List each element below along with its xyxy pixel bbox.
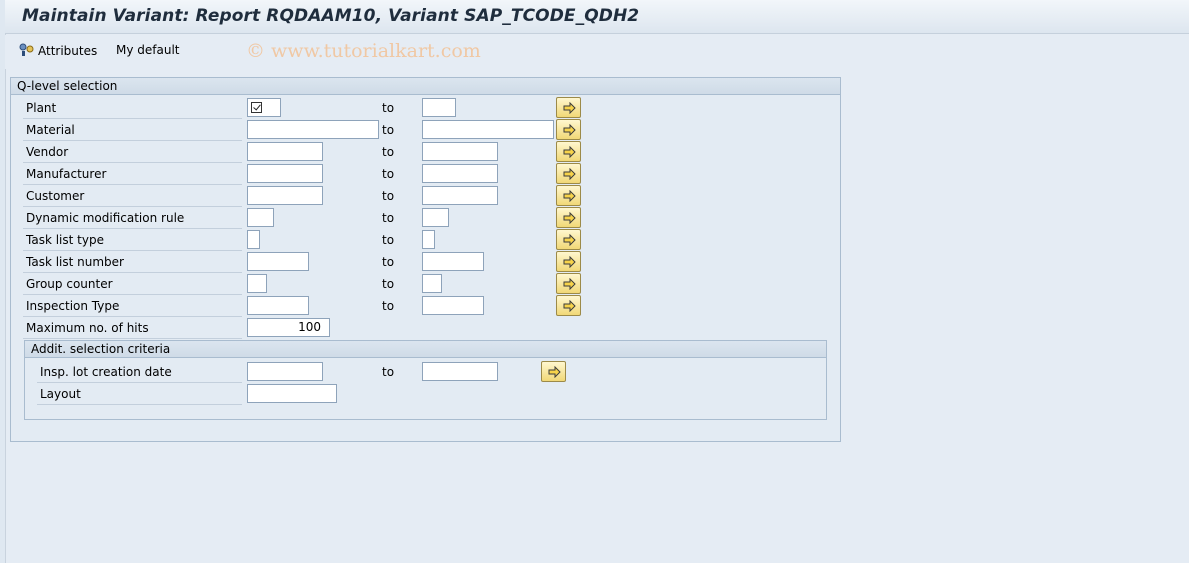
material-multiple-selection-button[interactable] (556, 119, 581, 140)
multiple-selection-arrow-icon (563, 278, 576, 290)
material-to-field[interactable] (422, 120, 554, 139)
task-list-number-label: Task list number (23, 252, 242, 273)
group-counter-to-label: to (382, 277, 395, 291)
dynamic-modification-rule-to-field[interactable] (422, 208, 449, 227)
multiple-selection-arrow-icon (563, 168, 576, 180)
checkbox-icon[interactable] (251, 102, 262, 113)
manufacturer-from-field[interactable] (247, 164, 323, 183)
group-counter-multiple-selection-button[interactable] (556, 273, 581, 294)
insp-lot-creation-date-multiple-selection-button[interactable] (541, 361, 566, 382)
customer-to-field[interactable] (422, 186, 498, 205)
dynamic-modification-rule-from-field[interactable] (247, 208, 274, 227)
inspection-type-to-label: to (382, 299, 395, 313)
vendor-to-label: to (382, 145, 395, 159)
task-list-number-from-field[interactable] (247, 252, 309, 271)
multiple-selection-arrow-icon (548, 366, 561, 378)
group-counter-label: Group counter (23, 274, 242, 295)
task-list-type-to-field[interactable] (422, 230, 435, 249)
task-list-type-from-field[interactable] (247, 230, 260, 249)
attributes-button[interactable]: Attributes (19, 43, 97, 58)
material-from-field[interactable] (247, 120, 379, 139)
multiple-selection-arrow-icon (563, 102, 576, 114)
customer-multiple-selection-button[interactable] (556, 185, 581, 206)
dynamic-modification-rule-to-label: to (382, 211, 395, 225)
my-default-button[interactable]: My default (116, 43, 180, 57)
plant-from-field[interactable] (247, 98, 281, 117)
insp-lot-creation-date-to-label: to (382, 365, 395, 379)
task-list-number-to-label: to (382, 255, 395, 269)
watermark: © www.tutorialkart.com (246, 40, 481, 62)
insp-lot-creation-date-label: Insp. lot creation date (37, 362, 242, 383)
customer-to-label: to (382, 189, 395, 203)
plant-label: Plant (23, 98, 242, 119)
task-list-type-multiple-selection-button[interactable] (556, 229, 581, 250)
material-to-label: to (382, 123, 395, 137)
plant-multiple-selection-button[interactable] (556, 97, 581, 118)
customer-label: Customer (23, 186, 242, 207)
page-title: Maintain Variant: Report RQDAAM10, Varia… (22, 6, 640, 26)
task-list-number-to-field[interactable] (422, 252, 484, 271)
vendor-from-field[interactable] (247, 142, 323, 161)
task-list-number-multiple-selection-button[interactable] (556, 251, 581, 272)
inspection-type-label: Inspection Type (23, 296, 242, 317)
multiple-selection-arrow-icon (563, 256, 576, 268)
task-list-type-to-label: to (382, 233, 395, 247)
multiple-selection-arrow-icon (563, 234, 576, 246)
vendor-to-field[interactable] (422, 142, 498, 161)
layout-label: Layout (37, 384, 242, 405)
max-hits-label: Maximum no. of hits (23, 318, 242, 339)
max-hits-field[interactable]: 100 (247, 318, 330, 337)
task-list-type-label: Task list type (23, 230, 242, 251)
dynamic-modification-rule-multiple-selection-button[interactable] (556, 207, 581, 228)
multiple-selection-arrow-icon (563, 146, 576, 158)
vendor-label: Vendor (23, 142, 242, 163)
additional-selection-title: Addit. selection criteria (25, 341, 826, 358)
attributes-label: Attributes (38, 44, 98, 58)
group-counter-to-field[interactable] (422, 274, 442, 293)
material-label: Material (23, 120, 242, 141)
inspection-type-multiple-selection-button[interactable] (556, 295, 581, 316)
attributes-icon (19, 43, 34, 56)
multiple-selection-arrow-icon (563, 300, 576, 312)
qlevel-selection-title: Q-level selection (11, 78, 840, 95)
plant-to-field[interactable] (422, 98, 456, 117)
dynamic-modification-rule-label: Dynamic modification rule (23, 208, 242, 229)
plant-to-label: to (382, 101, 395, 115)
title-bar: Maintain Variant: Report RQDAAM10, Varia… (5, 0, 1189, 34)
inspection-type-to-field[interactable] (422, 296, 484, 315)
multiple-selection-arrow-icon (563, 212, 576, 224)
manufacturer-to-label: to (382, 167, 395, 181)
multiple-selection-arrow-icon (563, 190, 576, 202)
insp-lot-creation-date-from-field[interactable] (247, 362, 323, 381)
customer-from-field[interactable] (247, 186, 323, 205)
group-counter-from-field[interactable] (247, 274, 267, 293)
manufacturer-multiple-selection-button[interactable] (556, 163, 581, 184)
application-toolbar: Attributes My default (5, 35, 1189, 69)
inspection-type-from-field[interactable] (247, 296, 309, 315)
layout-field[interactable] (247, 384, 337, 403)
manufacturer-label: Manufacturer (23, 164, 242, 185)
vendor-multiple-selection-button[interactable] (556, 141, 581, 162)
insp-lot-creation-date-to-field[interactable] (422, 362, 498, 381)
manufacturer-to-field[interactable] (422, 164, 498, 183)
multiple-selection-arrow-icon (563, 124, 576, 136)
